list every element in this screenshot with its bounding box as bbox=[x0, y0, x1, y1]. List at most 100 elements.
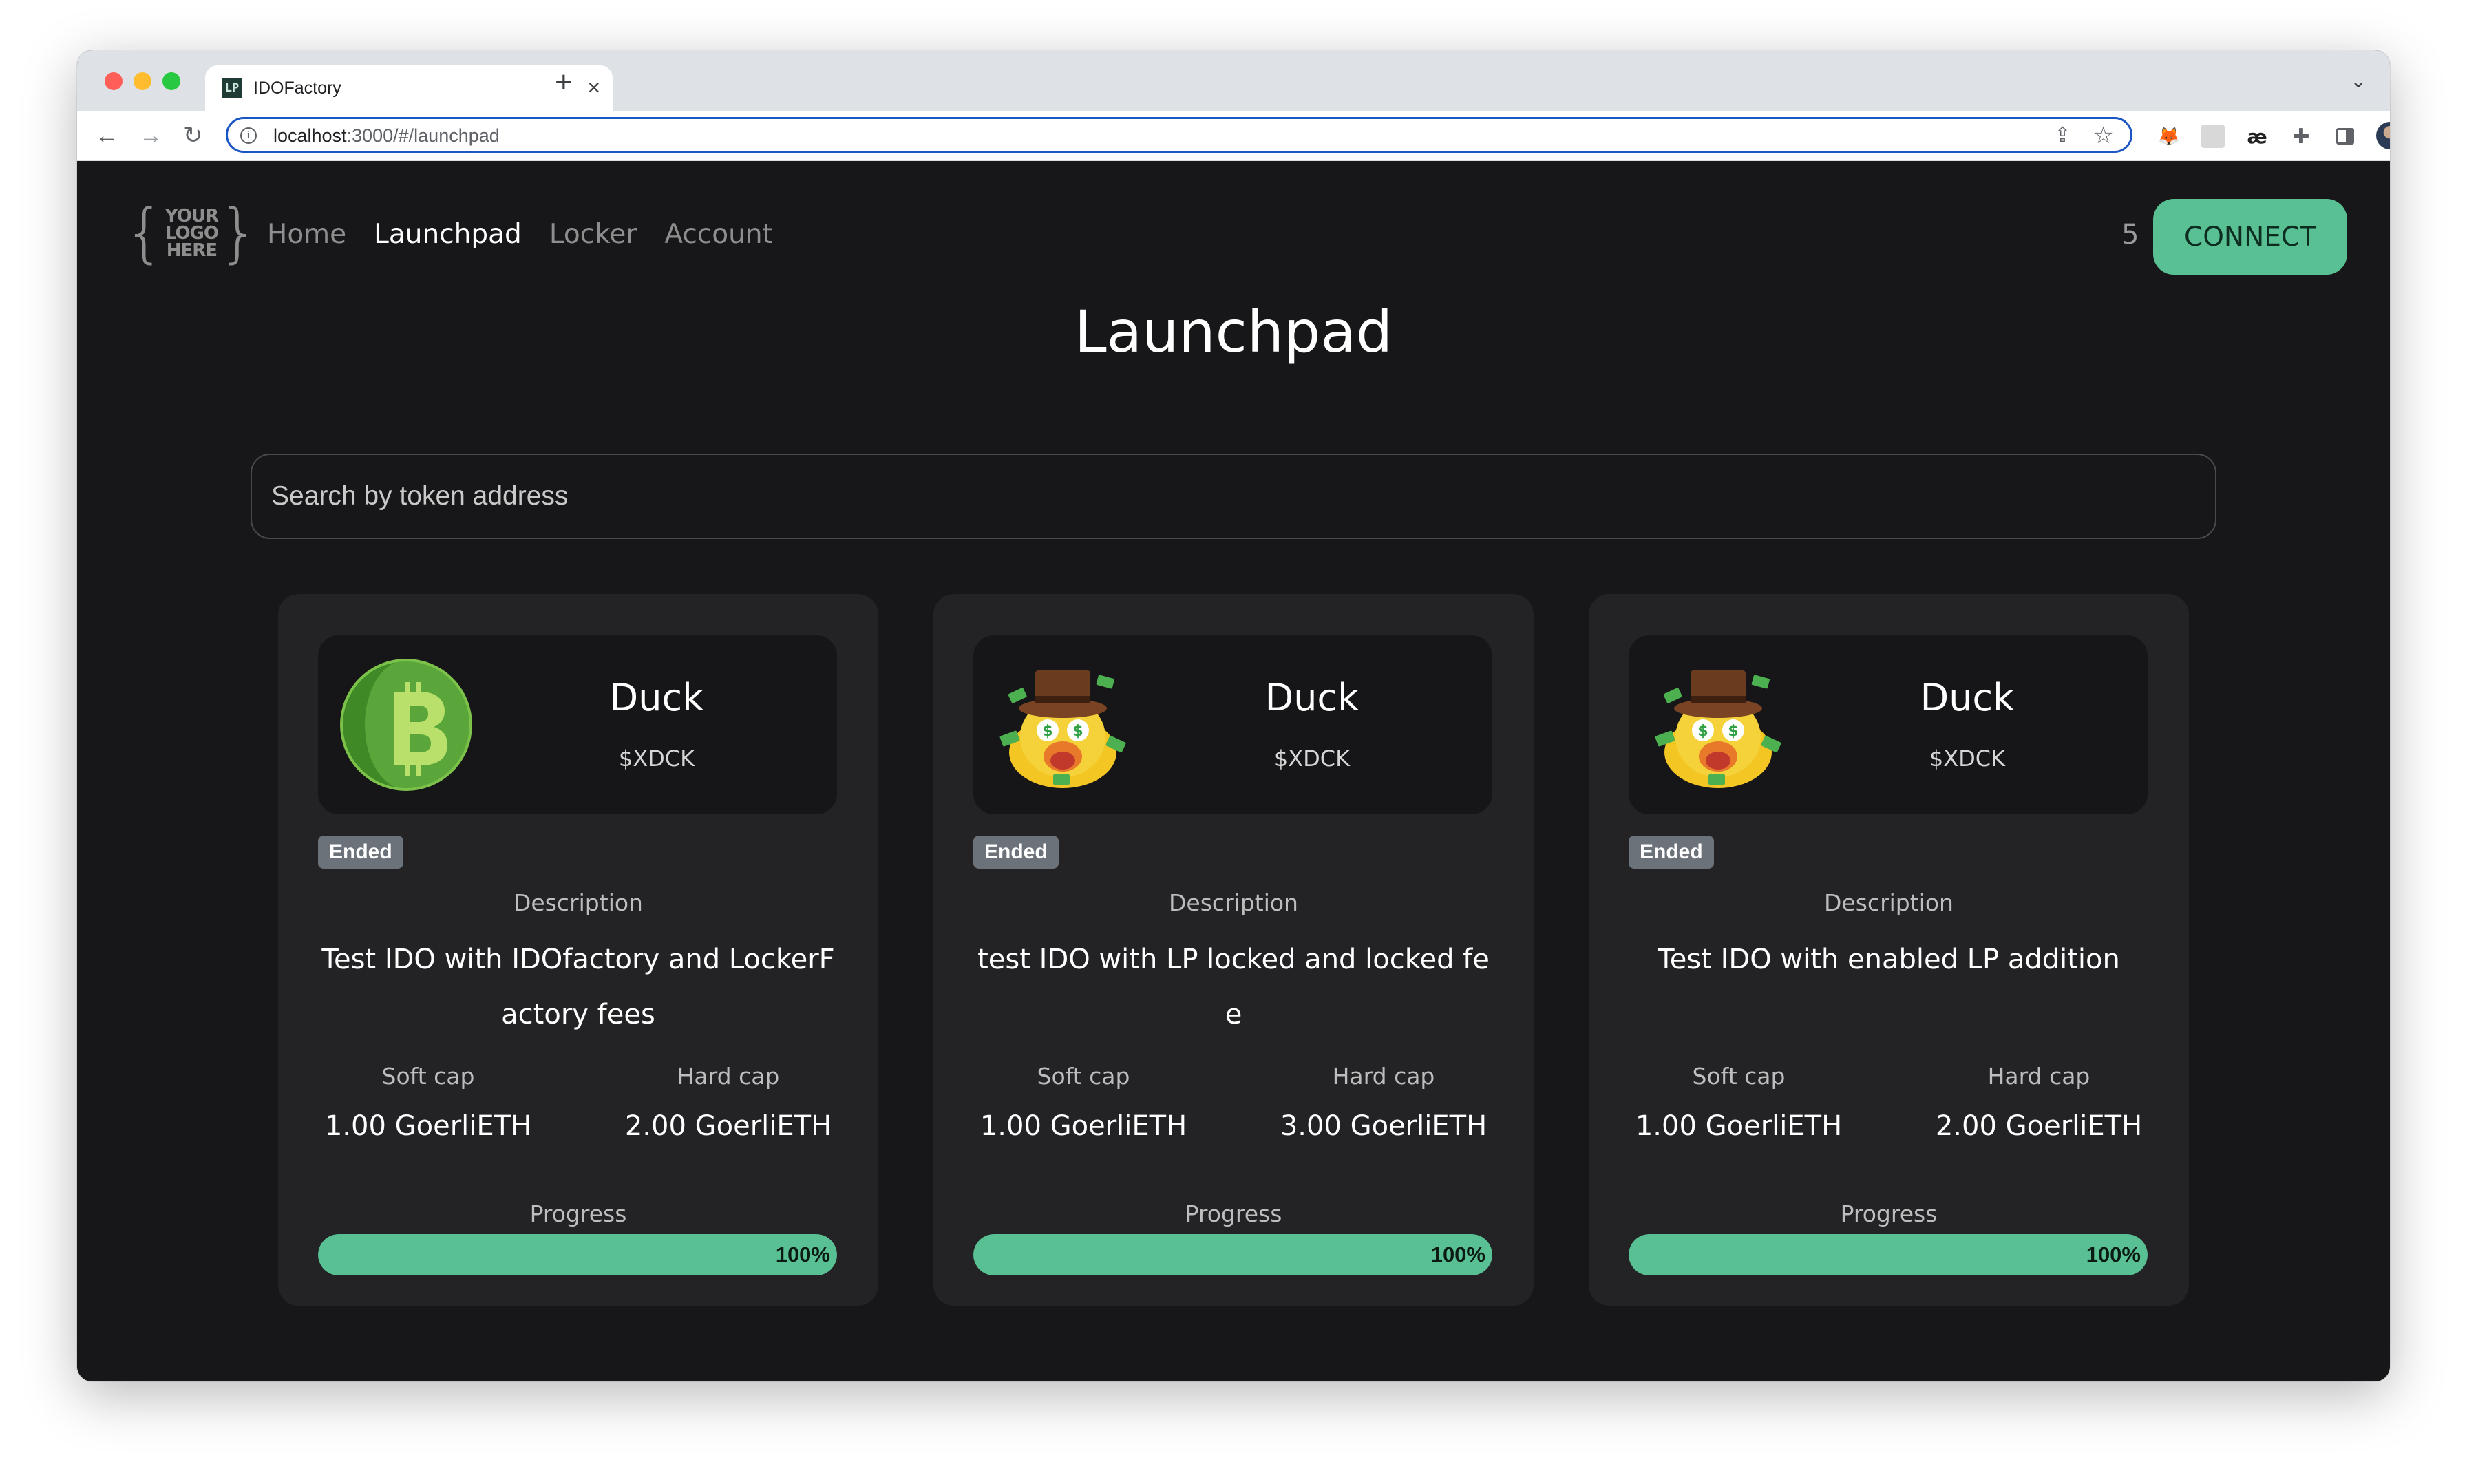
progress-bar: 100% bbox=[318, 1234, 837, 1275]
hard-cap: Hard cap 2.00 GoerliETH bbox=[1889, 1063, 2189, 1143]
progress-label: Progress bbox=[1840, 1200, 1938, 1227]
soft-cap-label: Soft cap bbox=[1692, 1063, 1786, 1090]
tab-strip: LP IDOFactory × + ⌄ bbox=[77, 50, 2390, 111]
caps-row: Soft cap 1.00 GoerliETH Hard cap 2.00 Go… bbox=[1589, 1063, 2189, 1143]
token-name: Duck bbox=[1920, 676, 2015, 719]
token-symbol: $XDCK bbox=[1273, 745, 1351, 772]
hard-cap-label: Hard cap bbox=[1332, 1063, 1435, 1090]
tab-title: IDOFactory bbox=[253, 78, 341, 98]
minimize-window-button[interactable] bbox=[134, 72, 151, 90]
progress-text: 100% bbox=[1430, 1242, 1485, 1266]
profile-avatar[interactable] bbox=[2376, 122, 2390, 149]
progress-text: 100% bbox=[775, 1242, 830, 1266]
reload-icon[interactable]: ↻ bbox=[183, 122, 203, 149]
soft-cap-value: 1.00 GoerliETH bbox=[980, 1110, 1187, 1142]
tab-favicon-icon: LP bbox=[222, 78, 242, 98]
url-text: localhost:3000/#/launchpad bbox=[273, 125, 500, 146]
launchpad-page: { YOUR LOGO HERE } Home Launchpad Locker… bbox=[77, 161, 2390, 1381]
caps-row: Soft cap 1.00 GoerliETH Hard cap 3.00 Go… bbox=[933, 1063, 1534, 1143]
green-bitcoin-coin-icon bbox=[339, 656, 476, 794]
duck-money-icon: $ $ bbox=[1649, 656, 1787, 794]
progress-fill: 100% bbox=[318, 1234, 837, 1275]
logo-text-mid: LOGO bbox=[165, 222, 219, 244]
progress-text: 100% bbox=[2086, 1242, 2141, 1266]
hard-cap-label: Hard cap bbox=[677, 1063, 780, 1090]
bookmark-star-icon[interactable]: ☆ bbox=[2093, 122, 2114, 149]
token-header: Duck $XDCK bbox=[318, 635, 837, 814]
new-tab-button[interactable]: + bbox=[555, 65, 573, 100]
progress-label: Progress bbox=[529, 1200, 627, 1227]
extensions-puzzle-icon[interactable]: ✚ bbox=[2289, 125, 2313, 148]
soft-cap-value: 1.00 GoerliETH bbox=[1635, 1110, 1843, 1142]
token-symbol: $XDCK bbox=[618, 745, 695, 772]
soft-cap-label: Soft cap bbox=[1037, 1063, 1130, 1090]
status-badge: Ended bbox=[1629, 836, 1714, 869]
page-title: Launchpad bbox=[1074, 298, 1393, 365]
status-badge: Ended bbox=[973, 836, 1059, 869]
hard-cap-value: 3.00 GoerliETH bbox=[1280, 1110, 1487, 1142]
side-panel-icon[interactable] bbox=[2333, 125, 2357, 148]
share-icon[interactable]: ⇪ bbox=[2054, 123, 2071, 147]
token-header: $ $ Duck $XDCK bbox=[973, 635, 1492, 814]
browser-tab[interactable]: LP IDOFactory × bbox=[205, 65, 613, 111]
logo-text-bottom: HERE bbox=[166, 240, 218, 261]
back-arrow-icon[interactable]: ← bbox=[95, 122, 118, 149]
description-text: Test IDO with enabled LP addition bbox=[1658, 944, 2120, 975]
soft-cap: Soft cap 1.00 GoerliETH bbox=[1589, 1063, 1889, 1143]
progress-fill: 100% bbox=[1629, 1234, 2148, 1275]
nav-launchpad[interactable]: Launchpad bbox=[374, 220, 522, 250]
close-window-button[interactable] bbox=[105, 72, 123, 90]
browser-toolbar: ← → ↻ i localhost:3000/#/launchpad ⇪ ☆ 🦊… bbox=[77, 111, 2390, 161]
site-info-icon[interactable]: i bbox=[240, 127, 257, 144]
progress-bar: 100% bbox=[973, 1234, 1492, 1275]
main-nav: Home Launchpad Locker Account bbox=[267, 220, 773, 250]
nav-account[interactable]: Account bbox=[664, 220, 772, 250]
token-symbol: $XDCK bbox=[1929, 745, 2006, 772]
hard-cap-value: 2.00 GoerliETH bbox=[624, 1110, 832, 1142]
svg-text:$: $ bbox=[1042, 723, 1052, 740]
ido-card[interactable]: $ $ Duck $XDCK Ended Description Test ID… bbox=[1589, 594, 2189, 1306]
nav-home[interactable]: Home bbox=[267, 220, 346, 250]
soft-cap-label: Soft cap bbox=[381, 1063, 475, 1090]
soft-cap: Soft cap 1.00 GoerliETH bbox=[933, 1063, 1234, 1143]
extension-icon[interactable] bbox=[2201, 125, 2225, 148]
url-path: :3000/#/launchpad bbox=[346, 125, 500, 146]
description-text: test IDO with LP locked and locked fee bbox=[977, 944, 1490, 1030]
hard-cap-label: Hard cap bbox=[1987, 1063, 2090, 1090]
metamask-fox-icon[interactable]: 🦊 bbox=[2157, 125, 2181, 148]
svg-text:$: $ bbox=[1728, 723, 1738, 740]
caps-row: Soft cap 1.00 GoerliETH Hard cap 2.00 Go… bbox=[278, 1063, 878, 1143]
maximize-window-button[interactable] bbox=[162, 72, 180, 90]
nav-locker[interactable]: Locker bbox=[549, 220, 637, 250]
svg-text:$: $ bbox=[1072, 723, 1083, 740]
address-bar[interactable]: i localhost:3000/#/launchpad ⇪ ☆ bbox=[226, 117, 2132, 153]
connect-button[interactable]: CONNECT bbox=[2153, 199, 2347, 275]
search-input[interactable] bbox=[251, 454, 2216, 539]
logo-text: YOUR LOGO HERE bbox=[165, 205, 219, 261]
soft-cap-value: 1.00 GoerliETH bbox=[324, 1110, 532, 1142]
token-name: Duck bbox=[1264, 676, 1359, 719]
site-logo[interactable]: { YOUR LOGO HERE } bbox=[124, 195, 260, 271]
browser-window: LP IDOFactory × + ⌄ ← → ↻ i localhost:30… bbox=[77, 50, 2390, 1381]
soft-cap: Soft cap 1.00 GoerliETH bbox=[278, 1063, 578, 1143]
ido-card[interactable]: $ $ Duck $XDCK Ended Description test ID… bbox=[933, 594, 1534, 1306]
progress-bar: 100% bbox=[1629, 1234, 2148, 1275]
tab-search-chevron-icon[interactable]: ⌄ bbox=[2351, 70, 2367, 92]
status-badge: Ended bbox=[318, 836, 403, 869]
token-name: Duck bbox=[609, 676, 704, 719]
logo-text-top: YOUR bbox=[165, 205, 219, 226]
logo-brace-left: { bbox=[124, 195, 165, 271]
hard-cap-value: 2.00 GoerliETH bbox=[1935, 1110, 2143, 1142]
url-host: localhost bbox=[273, 125, 347, 146]
logo-brace-right: } bbox=[218, 195, 260, 271]
ido-card[interactable]: Duck $XDCK Ended Description Test IDO wi… bbox=[278, 594, 878, 1306]
description-label: Description bbox=[1169, 889, 1298, 916]
ae-extension-icon[interactable]: æ bbox=[2245, 125, 2269, 148]
description-text: Test IDO with IDOfactory and LockerFacto… bbox=[321, 944, 835, 1030]
tab-close-icon[interactable]: × bbox=[587, 75, 600, 100]
duck-money-icon: $ $ bbox=[994, 656, 1132, 794]
network-count: 5 bbox=[2121, 219, 2139, 251]
token-header: $ $ Duck $XDCK bbox=[1629, 635, 2148, 814]
forward-arrow-icon[interactable]: → bbox=[139, 122, 162, 149]
svg-text:$: $ bbox=[1697, 723, 1708, 740]
